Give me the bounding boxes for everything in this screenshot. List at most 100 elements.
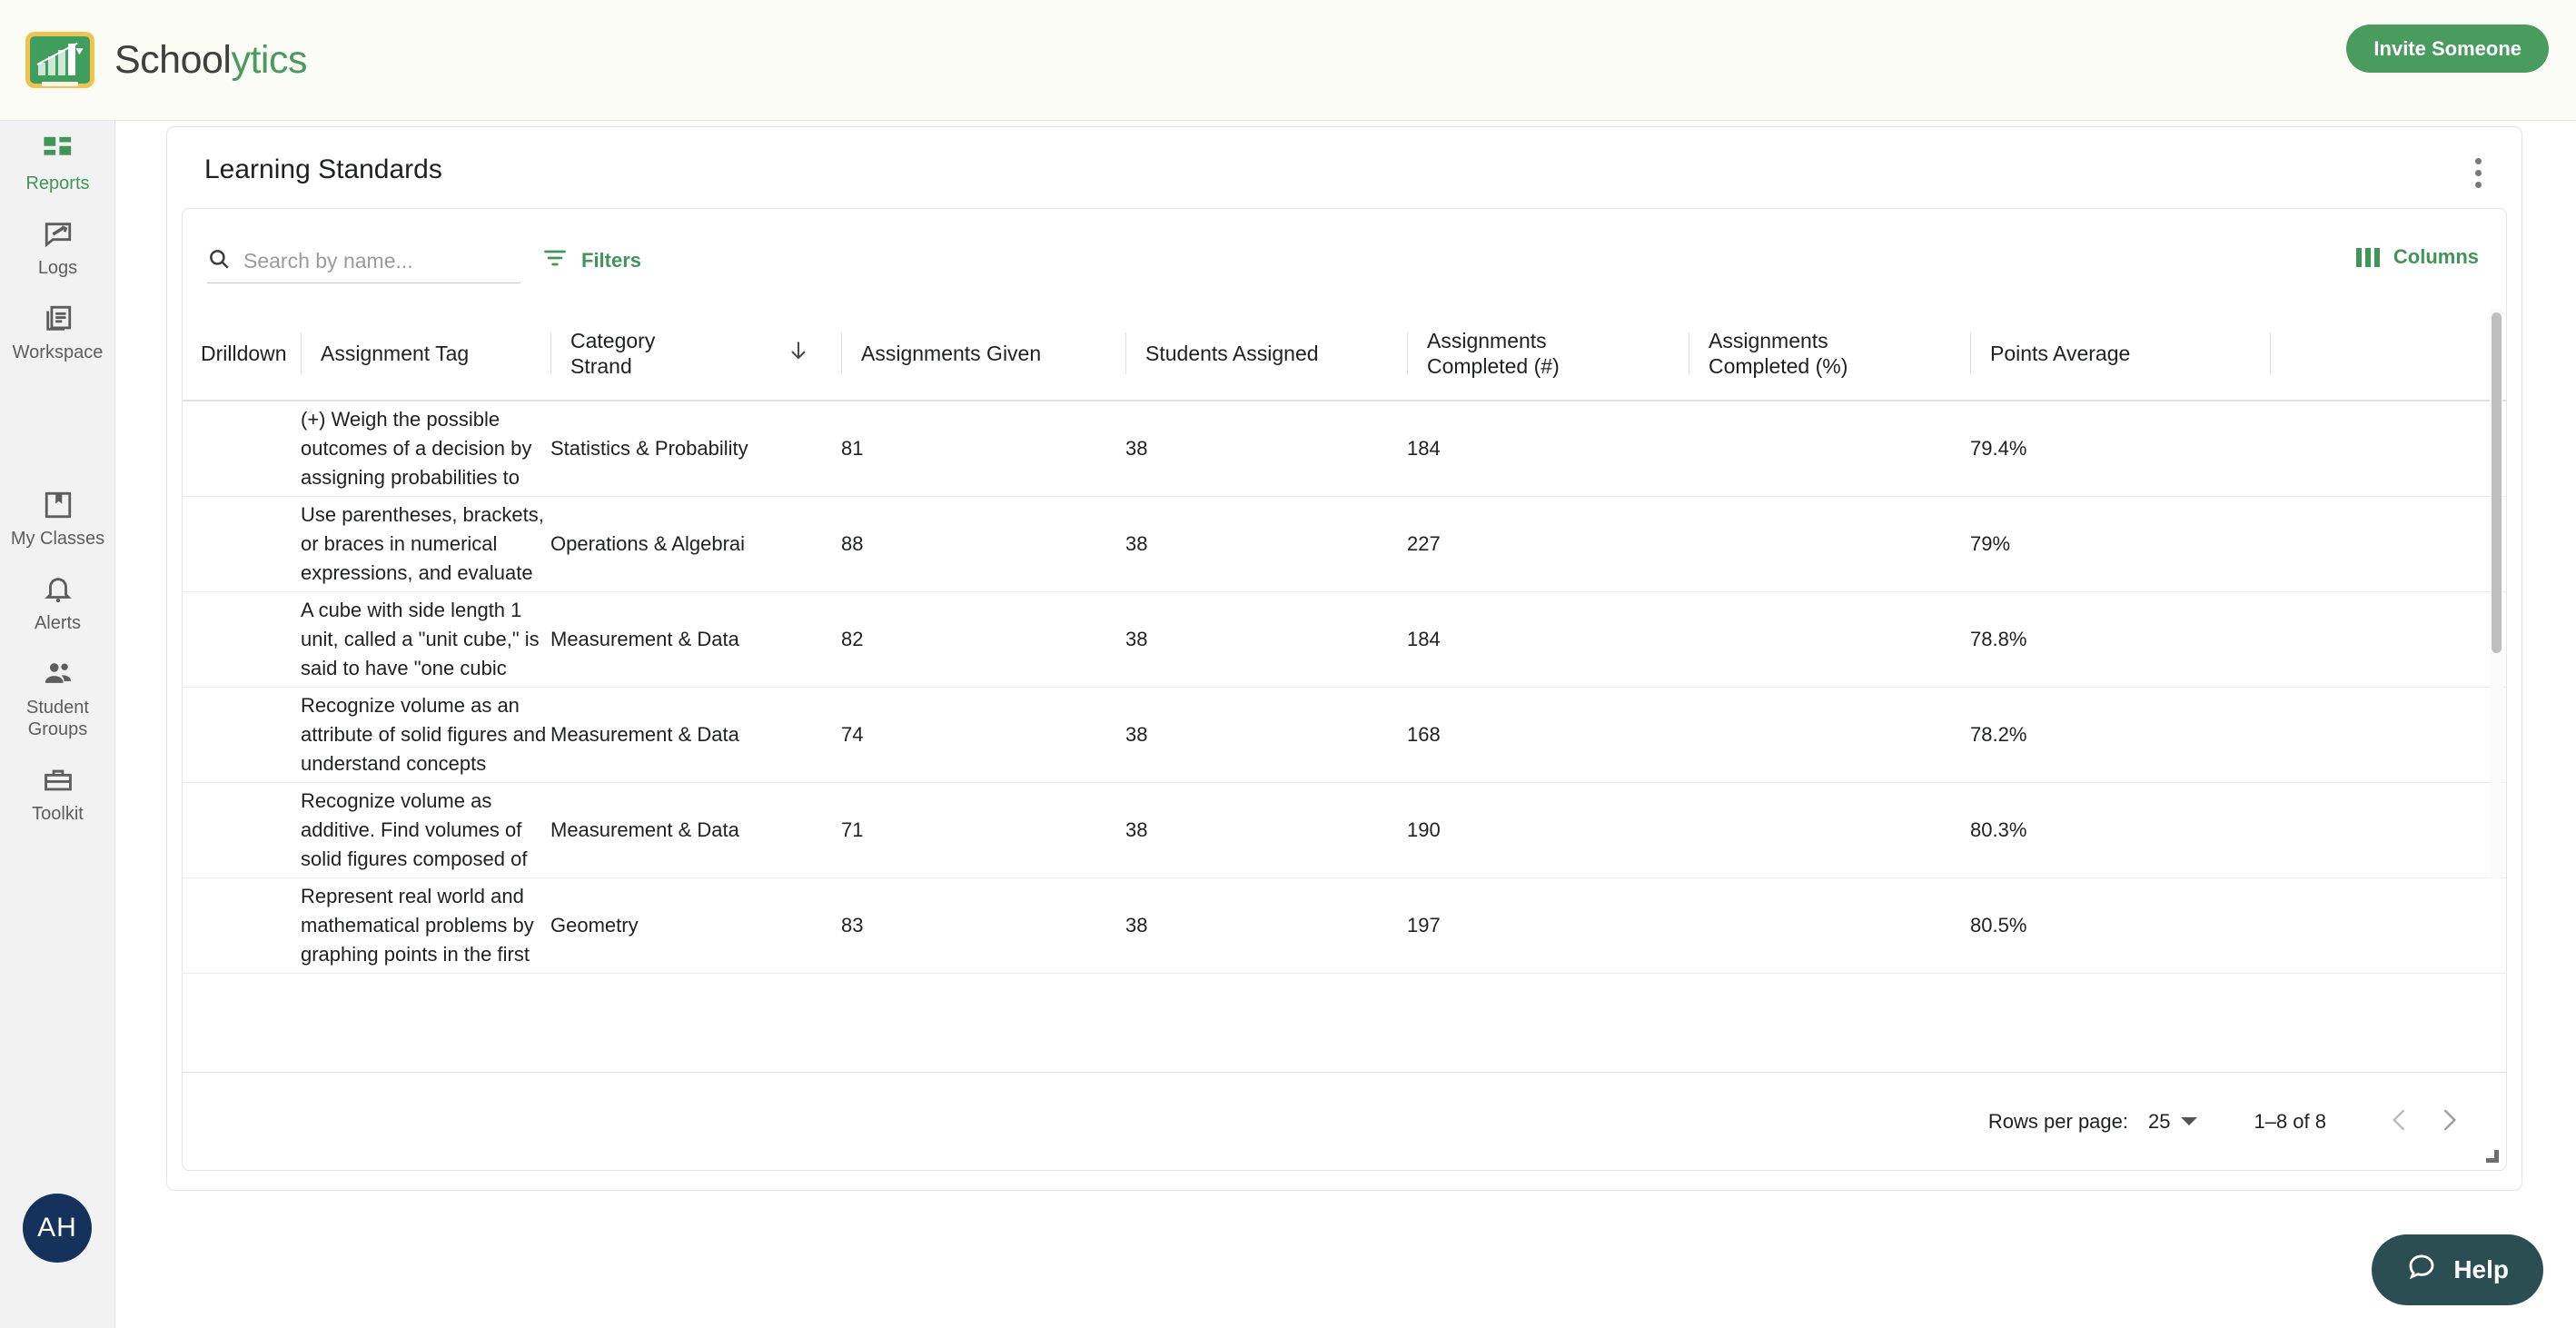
cell-assignments-completed-count: 184	[1407, 437, 1441, 460]
cell-category-strand: Measurement & Data	[550, 818, 739, 841]
cell-points-average: 79.4%	[1970, 437, 2027, 460]
cell-points-average: 79%	[1970, 532, 2011, 555]
table-pagination: Rows per page: 25 1–8 of 8	[183, 1072, 2506, 1170]
table-row[interactable]: (+) Weigh the possible outcomes of a dec…	[183, 401, 2506, 497]
sidebar-item-toolkit[interactable]: Toolkit	[0, 751, 115, 836]
columns-button[interactable]: Columns	[2355, 245, 2479, 269]
scrollbar-thumb[interactable]	[2492, 312, 2502, 653]
page-title: Learning Standards	[204, 154, 442, 184]
panel-resize-handle[interactable]	[2484, 1148, 2499, 1163]
invite-someone-button[interactable]: Invite Someone	[2346, 25, 2549, 73]
grid-dashboard-icon	[42, 134, 74, 166]
cell-assignments-completed-count: 227	[1407, 532, 1441, 555]
column-header-drilldown[interactable]: Drilldown	[201, 341, 301, 366]
filters-button[interactable]: Filters	[542, 245, 641, 276]
table-header-row: Drilldown Assignment Tag Category Strand …	[183, 307, 2506, 401]
cell-assignments-completed-count: 190	[1407, 818, 1441, 841]
sidebar-item-my-classes[interactable]: My Classes	[0, 476, 115, 560]
cell-category-strand: Measurement & Data	[550, 723, 739, 746]
search-icon	[207, 247, 231, 275]
chat-bubble-icon	[2406, 1252, 2437, 1289]
column-header-assignment-tag[interactable]: Assignment Tag	[301, 332, 550, 374]
cell-students-assigned: 38	[1125, 437, 1148, 460]
cell-points-average: 78.2%	[1970, 723, 2027, 746]
cell-points-average: 80.3%	[1970, 818, 2027, 841]
cell-students-assigned: 38	[1125, 628, 1148, 650]
help-button[interactable]: Help	[2372, 1234, 2543, 1305]
cell-assignments-given: 83	[841, 914, 864, 937]
brand-name-dark: School	[114, 37, 232, 82]
table-row[interactable]: A cube with side length 1 unit, called a…	[183, 592, 2506, 688]
chevron-right-icon	[2435, 1106, 2462, 1136]
people-icon	[42, 658, 74, 690]
cell-students-assigned: 38	[1125, 723, 1148, 746]
cell-category-strand: Measurement & Data	[550, 628, 739, 650]
sidebar-item-workspace[interactable]: Workspace	[0, 290, 115, 374]
previous-page-button[interactable]	[2375, 1097, 2424, 1146]
sidebar-item-label: My Classes	[10, 529, 105, 549]
column-header-label: Assignments Completed (%)	[1709, 328, 1848, 378]
column-header-label: Points Average	[1990, 341, 2131, 365]
column-header-students-assigned[interactable]: Students Assigned	[1125, 332, 1407, 374]
sidebar-item-label: Toolkit	[32, 804, 84, 824]
sidebar-item-logs[interactable]: Logs	[0, 205, 115, 290]
sidebar-item-label: Student Groups	[26, 698, 89, 739]
cell-category-strand: Geometry	[550, 914, 639, 937]
sidebar-item-alerts[interactable]: Alerts	[0, 560, 115, 645]
comment-edit-icon	[42, 218, 74, 251]
table-row[interactable]: Recognize volume as an attribute of soli…	[183, 688, 2506, 783]
sidebar-item-student-groups[interactable]: Student Groups	[0, 645, 115, 751]
column-header-assignments-completed-n[interactable]: Assignments Completed (#)	[1407, 328, 1689, 379]
kebab-menu-icon[interactable]	[2462, 154, 2494, 191]
cell-assignment-tag: Use parentheses, brackets, or braces in …	[301, 503, 544, 584]
cell-category-strand: Operations & Algebrai	[550, 532, 746, 555]
brand-name-green: ytics	[231, 37, 307, 82]
search-input[interactable]	[243, 249, 520, 273]
column-header-label: Students Assigned	[1145, 341, 1319, 365]
table-panel: Filters Columns Drilldown Assignment Tag…	[182, 208, 2507, 1171]
sidebar-item-label: Workspace	[12, 342, 104, 362]
table-body: (+) Weigh the possible outcomes of a dec…	[183, 401, 2506, 976]
next-page-button[interactable]	[2424, 1097, 2473, 1146]
search-field[interactable]	[207, 240, 520, 283]
column-header-category-strand[interactable]: Category Strand	[550, 328, 841, 379]
rows-per-page-select[interactable]: 25	[2148, 1110, 2198, 1134]
cell-assignments-completed-count: 184	[1407, 628, 1441, 650]
avatar[interactable]: AH	[23, 1194, 92, 1263]
cell-assignment-tag: Recognize volume as an attribute of soli…	[301, 694, 547, 775]
column-header-label: Assignments Given	[861, 341, 1042, 365]
cell-points-average: 80.5%	[1970, 914, 2027, 937]
sidebar-item-label: Alerts	[34, 613, 82, 633]
cell-assignments-given: 71	[841, 818, 864, 841]
standards-table: Drilldown Assignment Tag Category Strand …	[183, 307, 2506, 976]
book-bookmark-icon	[42, 489, 74, 521]
documents-icon	[42, 302, 74, 335]
cell-students-assigned: 38	[1125, 818, 1148, 841]
chalkboard-chart-icon	[25, 32, 94, 88]
column-header-assignments-given[interactable]: Assignments Given	[841, 332, 1125, 374]
brand-logo[interactable]: Schoolytics	[25, 32, 307, 88]
bell-icon	[42, 573, 74, 606]
top-bar: Schoolytics Invite Someone	[0, 0, 2576, 121]
cell-assignment-tag: A cube with side length 1 unit, called a…	[301, 599, 540, 679]
columns-label: Columns	[2393, 245, 2479, 268]
cell-assignment-tag: (+) Weigh the possible outcomes of a dec…	[301, 408, 532, 489]
table-row[interactable]: Represent real world and mathematical pr…	[183, 878, 2506, 974]
cell-category-strand: Statistics & Probability	[550, 437, 748, 460]
table-row[interactable]: Recognize volume as additive. Find volum…	[183, 783, 2506, 878]
cell-assignments-given: 81	[841, 437, 864, 460]
column-header-assignments-completed-p[interactable]: Assignments Completed (%)	[1689, 328, 1970, 379]
chevron-left-icon	[2386, 1106, 2413, 1136]
table-toolbar: Filters Columns	[183, 209, 2506, 307]
cell-assignments-completed-count: 168	[1407, 723, 1441, 746]
column-header-label: Assignments Completed (#)	[1427, 328, 1560, 378]
sidebar-item-reports[interactable]: Reports	[0, 121, 115, 205]
column-header-points-average[interactable]: Points Average	[1970, 332, 2270, 374]
sidebar-item-label: Reports	[25, 173, 90, 193]
brand-name: Schoolytics	[114, 38, 307, 83]
cell-students-assigned: 38	[1125, 914, 1148, 937]
table-vertical-scrollbar[interactable]	[2490, 309, 2502, 879]
table-row[interactable]: Use parentheses, brackets, or braces in …	[183, 497, 2506, 592]
column-header-label: Category Strand	[570, 328, 656, 378]
